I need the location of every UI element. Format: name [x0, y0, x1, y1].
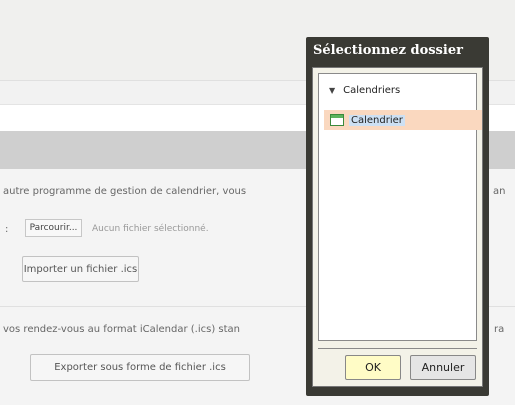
- tree-root-calendars[interactable]: ▼ Calendriers: [329, 85, 400, 96]
- export-description-overflow: ra: [494, 324, 505, 335]
- expand-triangle-icon[interactable]: ▼: [329, 86, 335, 95]
- no-file-label: Aucun fichier sélectionné.: [92, 224, 209, 234]
- folder-tree: ▼ Calendriers Calendrier: [318, 73, 482, 341]
- dialog-body: ▼ Calendriers Calendrier OK Annuler: [312, 67, 483, 387]
- tree-item-label: Calendrier: [349, 114, 405, 126]
- export-description: vos rendez-vous au format iCalendar (.ic…: [3, 324, 241, 335]
- select-folder-dialog: Sélectionnez dossier ▼ Calendriers Calen…: [306, 37, 489, 396]
- ok-button[interactable]: OK: [345, 355, 401, 380]
- file-label-colon: :: [5, 224, 9, 235]
- browse-button[interactable]: Parcourir...: [25, 219, 82, 237]
- calendar-icon: [330, 114, 344, 126]
- cancel-button[interactable]: Annuler: [410, 355, 476, 380]
- dialog-divider: [318, 348, 477, 349]
- dialog-title: Sélectionnez dossier: [313, 43, 463, 58]
- import-ics-button[interactable]: Importer un fichier .ics: [22, 256, 139, 282]
- tree-root-label: Calendriers: [343, 85, 401, 96]
- export-ics-button[interactable]: Exporter sous forme de fichier .ics: [30, 354, 250, 381]
- tree-item-calendar[interactable]: Calendrier: [324, 110, 482, 130]
- import-description-overflow: an: [493, 186, 506, 197]
- import-description: autre programme de gestion de calendrier…: [3, 186, 247, 197]
